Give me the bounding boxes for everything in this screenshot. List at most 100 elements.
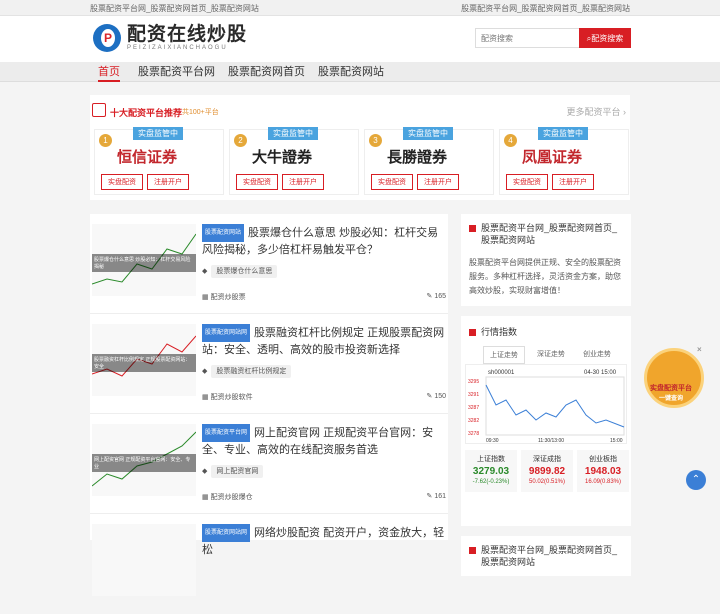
view-count: ✎ 165 [426,293,446,300]
register-button[interactable]: 注册开户 [147,174,189,190]
keyword-chip[interactable]: 股票融资杠杆比例规定 [211,365,292,378]
search-button[interactable]: ⌕配资搜索 [579,28,631,48]
article-thumbnail[interactable]: 股票融资杠杆比例规定 正规股票配资网站：安全 [92,324,196,396]
article-meta: ▦ 配资炒股软件 ✎ 150 [202,392,446,402]
keyword-row: ◆ 股票融资杠杆比例规定 [202,365,292,378]
register-button[interactable]: 注册开户 [282,174,324,190]
site-logo[interactable]: P 配资在线炒股 PEIZIZAIXIANCHAOGU [93,24,247,52]
close-icon[interactable]: × [697,345,702,354]
platform-card[interactable]: 4 实盘监管中 凤凰证券 实盘配资 注册开户 [499,127,629,195]
platform-card[interactable]: 3 实盘监管中 長勝證券 实盘配资 注册开户 [364,127,494,195]
tag-icon: ◆ [202,368,208,375]
chevron-right-icon: › [623,107,626,117]
article-category[interactable]: 配资炒股票 [211,294,246,301]
chevron-up-icon: ⌃ [691,474,701,485]
tab-shenzhen[interactable]: 深证走势 [531,346,571,364]
trade-button[interactable]: 实盘配资 [506,174,548,190]
y-tick: 3278 [468,431,479,437]
index-card[interactable]: 上证指数 3279.03 -7.62(-0.23%) [465,450,517,492]
platform-name: 凤凰证券 [522,149,583,166]
list-item[interactable]: 股票配资网站网 网络炒股配资 配资开户，资金放大，轻松 [90,514,448,614]
x-tick: 15:00 [610,438,623,444]
search-input[interactable] [475,28,579,48]
platform-card[interactable]: 1 实盘监管中 恒信证券 实盘配资 注册开户 [94,127,224,195]
sidebar: 股票配资平台网_股票配资网首页_股票配资网站 股票配资平台网提供正规、安全的股票… [461,214,631,576]
intraday-chart: sh000001 04-30 15:00 3295 3291 3287 3282… [465,364,627,444]
article-thumbnail[interactable]: 网上配资官网 正规配资平台官网：安全、专业 [92,424,196,496]
logo-mark-icon: P [93,24,121,52]
article-title[interactable]: 股票配资网站 股票爆仓什么意思 炒股必知：杠杆交易风险揭秘，多少倍杠杆易触发平仓？ [202,224,446,258]
main-nav: 首页 股票配资平台网 股票配资网首页 股票配资网站 [0,62,720,82]
list-item[interactable]: 股票融资杠杆比例规定 正规股票配资网站：安全 股票配资网站网 股票融资杠杆比例规定… [90,314,448,414]
back-to-top-button[interactable]: ⌃ [686,470,706,490]
list-item[interactable]: 网上配资官网 正规配资平台官网：安全、专业 股票配资平台网 网上配资官网 正规配资… [90,414,448,514]
recommend-more-link[interactable]: 更多配资平台 › [566,105,626,118]
topbar-left-text: 股票配资平台网_股票配资网首页_股票配资网站 [90,4,259,13]
keyword-chip[interactable]: 网上配资官网 [211,465,264,478]
status-badge: 实盘监管中 [538,127,588,140]
quote-tabs: 上证走势 深证走势 创业走势 [483,346,617,364]
nav-home[interactable]: 首页 [98,62,120,82]
trade-button[interactable]: 实盘配资 [371,174,413,190]
about-box: 股票配资平台网_股票配资网首页_股票配资网站 股票配资平台网提供正规、安全的股票… [461,214,631,306]
topbar-right-text: 股票配资平台网_股票配资网首页_股票配资网站 [461,4,630,13]
recommend-count: 共100+平台 [182,109,219,116]
platform-card[interactable]: 2 实盘监管中 大牛證券 实盘配资 注册开户 [229,127,359,195]
y-tick: 3282 [468,418,479,424]
article-meta: ▦ 配资炒股爆仓 ✎ 161 [202,492,446,502]
article-list: 股票爆仓什么意思 炒股必知：杠杆交易风险揭秘 股票配资网站 股票爆仓什么意思 炒股… [90,214,448,596]
about-title: 股票配资平台网_股票配资网首页_股票配资网站 [469,222,623,246]
tab-chinext[interactable]: 创业走势 [577,346,617,364]
status-badge: 实盘监管中 [268,127,318,140]
view-count: ✎ 150 [426,393,446,400]
nav-homepage[interactable]: 股票配资网首页 [228,62,305,82]
chart-code: sh000001 [488,370,515,376]
header: P 配资在线炒股 PEIZIZAIXIANCHAOGU ⌕配资搜索 [0,16,720,62]
article-category[interactable]: 配资炒股爆仓 [211,494,253,501]
category-icon: ▦ [202,294,209,301]
index-card[interactable]: 深证成指 9899.82 50.02(0.51%) [521,450,573,492]
rank-badge: 3 [369,134,382,147]
tag-icon: ◆ [202,268,208,275]
rank-badge: 4 [504,134,517,147]
article-tag: 股票配资网站网 [202,524,251,542]
chart-line-icon [92,103,106,117]
views-icon: ✎ [426,493,433,500]
platform-name: 大牛證券 [252,149,313,166]
x-tick: 11:30/13:00 [538,438,564,444]
y-tick: 3295 [468,379,479,385]
status-badge: 实盘监管中 [133,127,183,140]
tab-shanghai[interactable]: 上证走势 [483,346,525,364]
article-thumbnail[interactable]: 股票爆仓什么意思 炒股必知：杠杆交易风险揭秘 [92,224,196,296]
article-meta: ▦ 配资炒股票 ✎ 165 [202,292,446,302]
keyword-row: ◆ 股票爆仓什么意思 [202,265,278,278]
topbar: 股票配资平台网_股票配资网首页_股票配资网站 股票配资平台网_股票配资网首页_股… [0,0,720,16]
floating-ad-sub: 一键查询 [659,396,684,402]
trade-button[interactable]: 实盘配资 [236,174,278,190]
recommend-section: 十大配资平台推荐 共100+平台 更多配资平台 › 1 实盘监管中 恒信证券 实… [90,95,630,200]
article-title[interactable]: 股票配资网站网 股票融资杠杆比例规定 正规股票配资网站：安全、透明、高效的股市投资… [202,324,446,358]
keyword-row: ◆ 网上配资官网 [202,465,264,478]
index-card[interactable]: 创业板指 1948.03 16.09(0.83%) [577,450,629,492]
about-text: 股票配资平台网提供正规、安全的股票配资服务。多种杠杆选择，灵活资金方案，助您高效… [469,258,621,295]
status-badge: 实盘监管中 [403,127,453,140]
keyword-chip[interactable]: 股票爆仓什么意思 [211,265,278,278]
register-button[interactable]: 注册开户 [552,174,594,190]
nav-site[interactable]: 股票配资网站 [318,62,384,82]
register-button[interactable]: 注册开户 [417,174,459,190]
platform-name: 恒信证券 [117,149,178,166]
logo-pinyin: PEIZIZAIXIANCHAOGU [127,45,228,51]
rank-badge: 1 [99,134,112,147]
floating-ad[interactable]: × 实盘配资平台 一键查询 [644,345,704,408]
article-title[interactable]: 股票配资网站网 网络炒股配资 配资开户，资金放大，轻松 [202,524,446,558]
nav-platform[interactable]: 股票配资平台网 [138,62,215,82]
list-item[interactable]: 股票爆仓什么意思 炒股必知：杠杆交易风险揭秘 股票配资网站 股票爆仓什么意思 炒股… [90,214,448,314]
floating-ad-label: 实盘配资平台 [650,385,692,392]
tag-icon: ◆ [202,468,208,475]
article-category[interactable]: 配资炒股软件 [211,394,253,401]
quotes-title: 行情指数 [469,326,517,338]
platform-name: 長勝證券 [387,149,448,166]
article-thumbnail[interactable] [92,524,196,596]
article-title[interactable]: 股票配资平台网 网上配资官网 正规配资平台官网：安全、专业、高效的在线配资服务首选 [202,424,446,458]
trade-button[interactable]: 实盘配资 [101,174,143,190]
